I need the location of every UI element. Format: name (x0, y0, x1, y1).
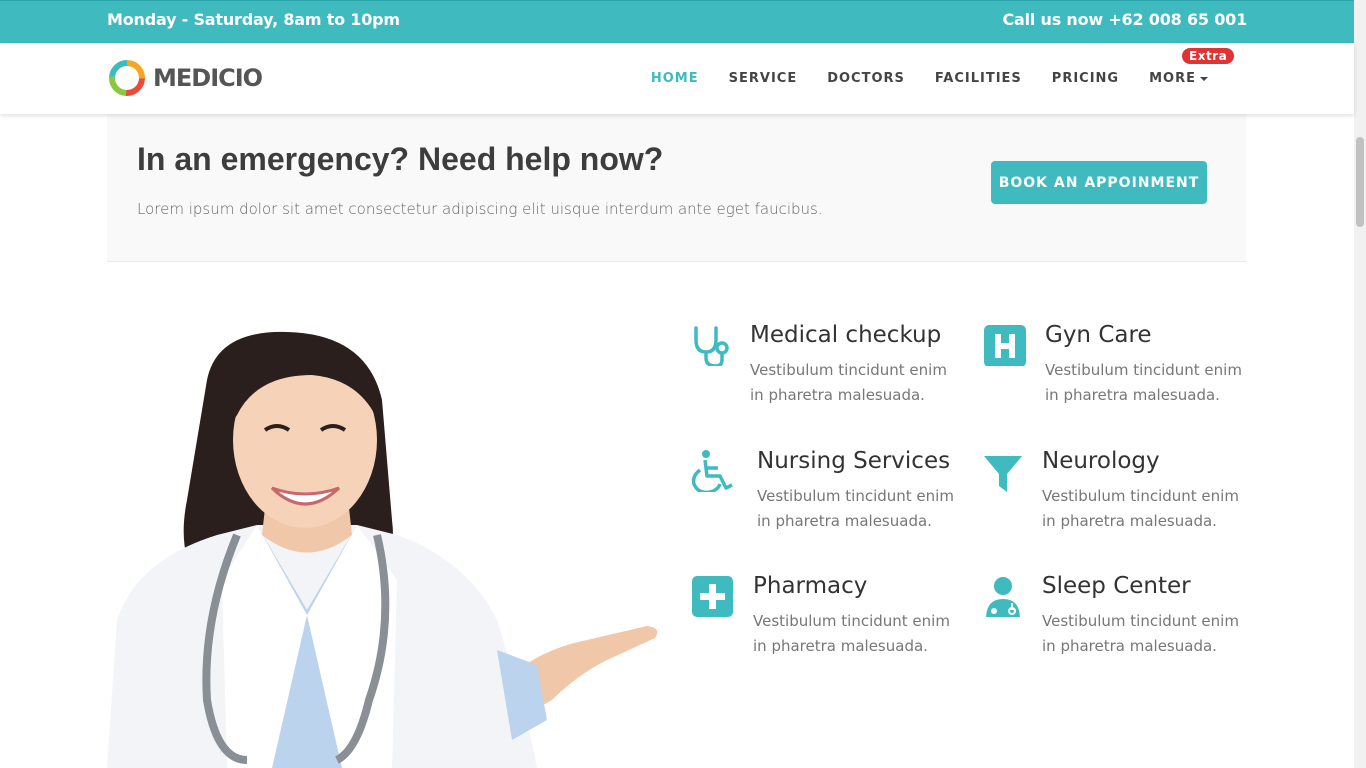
nav-facilities[interactable]: FACILITIES (935, 71, 1022, 86)
service-neurology[interactable]: Neurology Vestibulum tincidunt enim in p… (984, 448, 1246, 538)
service-desc: Vestibulum tincidunt enim in pharetra ma… (1042, 612, 1239, 655)
nav-pricing[interactable]: PRICING (1052, 71, 1119, 86)
wheelchair-icon (691, 450, 733, 492)
service-desc: Vestibulum tincidunt enim in pharetra ma… (750, 361, 947, 404)
service-title: Gyn Care (1045, 322, 1152, 348)
brand-name: MEDICIO (153, 64, 263, 92)
page-scrollbar[interactable] (1354, 0, 1366, 768)
hospital-h-icon (984, 325, 1026, 366)
emergency-text: Lorem ipsum dolor sit amet consectetur a… (137, 200, 823, 218)
nav-service[interactable]: SERVICE (729, 71, 798, 86)
service-desc: Vestibulum tincidunt enim in pharetra ma… (1042, 487, 1239, 530)
service-desc: Vestibulum tincidunt enim in pharetra ma… (757, 487, 954, 530)
stethoscope-icon (694, 326, 729, 366)
nav-home[interactable]: HOME (651, 71, 699, 86)
service-nursing[interactable]: Nursing Services Vestibulum tincidunt en… (690, 448, 960, 538)
service-title: Nursing Services (757, 448, 951, 474)
doctor-photo (107, 331, 658, 768)
emergency-heading: In an emergency? Need help now? (137, 141, 664, 177)
call-number[interactable]: Call us now +62 008 65 001 (1002, 10, 1247, 29)
nav-more-label: MORE (1149, 71, 1196, 86)
service-title: Sleep Center (1042, 573, 1191, 599)
service-gyn-care[interactable]: Gyn Care Vestibulum tincidunt enim in ph… (984, 322, 1246, 412)
service-title: Neurology (1042, 448, 1160, 474)
main-navbar: MEDICIO HOME SERVICE DOCTORS FACILITIES … (0, 43, 1354, 114)
service-title: Medical checkup (750, 322, 942, 348)
filter-icon (984, 456, 1022, 492)
brand-logo[interactable]: MEDICIO (107, 58, 263, 98)
nav-menu: HOME SERVICE DOCTORS FACILITIES PRICING … (621, 43, 1208, 114)
top-info-bar: Monday - Saturday, 8am to 10pm Call us n… (0, 0, 1354, 43)
caret-down-icon (1200, 76, 1208, 81)
service-desc: Vestibulum tincidunt enim in pharetra ma… (753, 612, 950, 655)
logo-ring-icon (109, 60, 145, 96)
plus-square-icon (692, 576, 733, 617)
user-doctor-icon (986, 577, 1020, 617)
extra-badge: Extra (1182, 48, 1235, 64)
book-appointment-button[interactable]: BOOK AN APPOINMENT (991, 161, 1207, 204)
opening-hours: Monday - Saturday, 8am to 10pm (107, 10, 400, 29)
service-title: Pharmacy (753, 573, 868, 599)
service-sleep-center[interactable]: Sleep Center Vestibulum tincidunt enim i… (984, 573, 1246, 663)
emergency-callout: In an emergency? Need help now? Lorem ip… (107, 114, 1246, 262)
service-medical-checkup[interactable]: Medical checkup Vestibulum tincidunt eni… (690, 322, 960, 412)
nav-more[interactable]: MORE (1149, 71, 1208, 86)
service-pharmacy[interactable]: Pharmacy Vestibulum tincidunt enim in ph… (690, 573, 960, 663)
nav-doctors[interactable]: DOCTORS (827, 71, 905, 86)
service-desc: Vestibulum tincidunt enim in pharetra ma… (1045, 361, 1242, 404)
scrollbar-thumb[interactable] (1356, 137, 1364, 227)
